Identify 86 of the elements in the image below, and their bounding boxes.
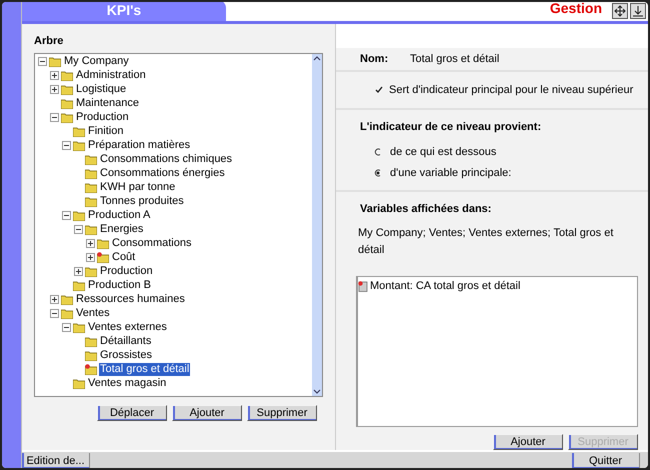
radio-button[interactable] (374, 148, 382, 156)
folder-icon (61, 308, 73, 319)
radio-label: d'une variable principale: (390, 166, 512, 181)
tree-item[interactable]: Tonnes produites (99, 195, 185, 208)
folder-icon (73, 140, 85, 151)
checkbox[interactable] (374, 86, 383, 94)
action-button[interactable]: Supprimer (247, 404, 317, 420)
flagged-folder-icon (97, 252, 109, 263)
tree-item[interactable]: KWH par tonne (99, 181, 176, 194)
folder-icon (73, 322, 85, 333)
tree-item[interactable]: Production (75, 111, 130, 124)
tree-item[interactable]: Consommations chimiques (99, 153, 234, 166)
flagged-folder-icon (85, 364, 97, 375)
folder-icon (73, 280, 85, 291)
variable-item[interactable]: Montant: CA total gros et détail (370, 278, 520, 294)
collapse-icon[interactable] (38, 57, 47, 66)
folder-icon (85, 182, 97, 193)
section-heading: L'indicateur de ce niveau provient: (360, 120, 542, 135)
section-title: Gestion (550, 2, 602, 18)
collapse-icon[interactable] (50, 309, 59, 318)
folder-icon (73, 126, 85, 137)
expand-icon[interactable] (74, 267, 83, 276)
action-button[interactable]: Ajouter (493, 434, 563, 450)
collapse-icon[interactable] (62, 323, 71, 332)
panel-title: Arbre (34, 34, 64, 49)
tree-item[interactable]: Préparation matières (87, 139, 192, 152)
tree-item[interactable]: Finition (87, 125, 124, 138)
tree-item[interactable]: Grossistes (99, 349, 153, 362)
folder-icon (85, 350, 97, 361)
folder-icon (85, 224, 97, 235)
collapse-icon[interactable] (74, 225, 83, 234)
section-heading: Variables affichées dans: (360, 202, 492, 216)
tree-item[interactable]: Energies (99, 223, 144, 236)
tree-item[interactable]: Consommations (111, 237, 192, 250)
tree-item[interactable]: Ressources humaines (75, 293, 186, 306)
expand-icon[interactable] (86, 253, 95, 262)
flagged-document-icon (358, 280, 368, 292)
collapse-icon[interactable] (50, 113, 59, 122)
variables-path: My Company; Ventes; Ventes externes; Total gros et détail (358, 226, 614, 258)
name-label: Nom: (360, 52, 390, 67)
folder-icon (49, 56, 61, 67)
tree-item[interactable]: Production A (87, 209, 152, 222)
name-value: Total gros et détail (410, 52, 500, 67)
folder-icon (61, 112, 73, 123)
action-button[interactable]: Déplacer (97, 404, 167, 420)
tree-item[interactable]: Ventes (75, 307, 111, 320)
check-icon (374, 86, 382, 94)
collapse-icon[interactable] (62, 211, 71, 220)
folder-icon (61, 294, 73, 305)
checkbox-label: Sert d'indicateur principal pour le niveau supérieur (389, 82, 634, 98)
expand-icon[interactable] (50, 85, 59, 94)
tree-item[interactable]: Ventes externes (87, 321, 168, 334)
folder-icon (85, 154, 97, 165)
tree-item[interactable]: Logistique (75, 83, 128, 96)
folder-icon (61, 70, 73, 81)
quit-button[interactable]: Quitter (572, 452, 640, 468)
tree-item[interactable]: Production (99, 265, 154, 278)
tree-item[interactable]: Ventes magasin (87, 377, 168, 390)
radio-button[interactable] (374, 169, 382, 177)
action-button[interactable]: Ajouter (172, 404, 242, 420)
folder-icon (73, 210, 85, 221)
tree-item[interactable]: Production B (87, 279, 152, 292)
tree-item[interactable]: Détaillants (99, 335, 152, 348)
tree-item[interactable]: Coût (111, 251, 136, 264)
folder-icon (61, 98, 73, 109)
radio-label: de ce qui est dessous (390, 144, 496, 160)
tree-item[interactable]: Consommations énergies (99, 167, 226, 180)
download-icon[interactable] (630, 3, 646, 19)
move-icon[interactable] (612, 3, 628, 19)
folder-icon (61, 84, 73, 95)
collapse-icon[interactable] (62, 141, 71, 150)
folder-icon (85, 196, 97, 207)
tree-item[interactable]: My Company (63, 55, 130, 68)
tree-item[interactable]: Administration (75, 69, 147, 82)
edit-button[interactable]: Edition de... (22, 452, 90, 468)
folder-icon (85, 266, 97, 277)
folder-icon (97, 238, 109, 249)
folder-icon (85, 168, 97, 179)
folder-icon (85, 336, 97, 347)
scrollbar[interactable] (312, 54, 322, 396)
expand-icon[interactable] (50, 71, 59, 80)
expand-icon[interactable] (50, 295, 59, 304)
tree-item[interactable]: Total gros et détail (99, 363, 190, 376)
folder-icon (73, 378, 85, 389)
expand-icon[interactable] (86, 239, 95, 248)
tree-item[interactable]: Maintenance (75, 97, 140, 110)
